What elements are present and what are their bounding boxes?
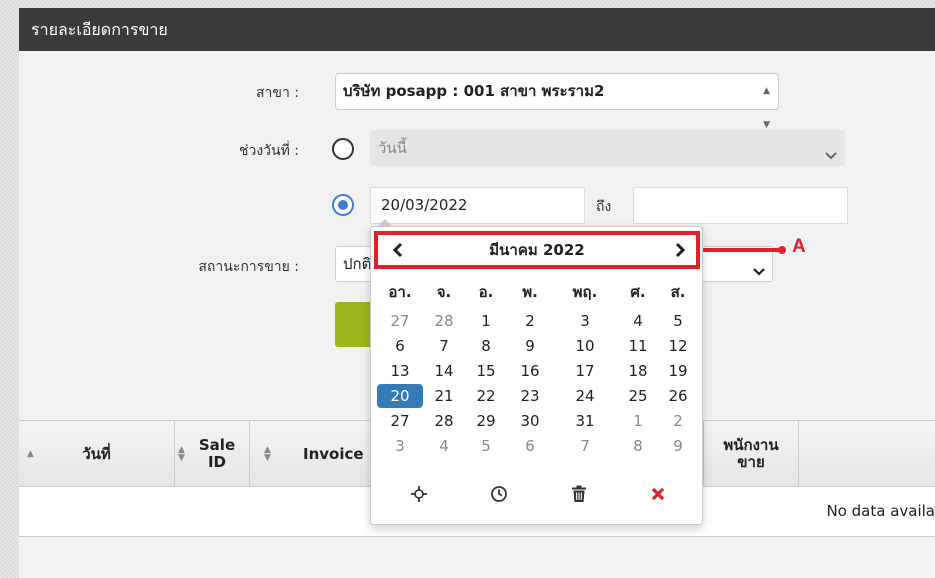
calendar-day[interactable]: 30 xyxy=(510,409,550,433)
calendar-day[interactable]: 8 xyxy=(466,334,506,358)
weekday-header: จ. xyxy=(436,283,452,301)
annotation-pointer-dot xyxy=(778,246,786,254)
sort-icon: ▲ ▼ xyxy=(178,445,185,463)
datepicker-header: มีนาคม 2022 xyxy=(374,231,700,269)
calendar-day[interactable]: 31 xyxy=(565,409,605,433)
weekday-header: พ. xyxy=(522,283,538,301)
calendar-day[interactable]: 11 xyxy=(618,334,658,358)
calendar-day[interactable]: 5 xyxy=(658,309,698,333)
weekday-header: ส. xyxy=(670,283,686,301)
sale-status-label: สถานะการขาย : xyxy=(198,259,299,275)
calendar-day[interactable]: 10 xyxy=(565,334,605,358)
calendar-day[interactable]: 29 xyxy=(466,409,506,433)
calendar-day[interactable]: 9 xyxy=(658,434,698,458)
calendar-day[interactable]: 2 xyxy=(510,309,550,333)
calendar-day[interactable]: 3 xyxy=(380,434,420,458)
sort-asc-icon: ▲ xyxy=(27,448,34,459)
crosshair-icon xyxy=(411,486,427,502)
empty-table-message: No data availa xyxy=(826,502,935,520)
next-month-button[interactable] xyxy=(674,235,686,265)
branch-select[interactable]: บริษัท posapp : 001 สาขา พระราม2 ▲ ▼ xyxy=(335,73,779,130)
branch-label: สาขา : xyxy=(255,85,299,101)
panel-title: รายละเอียดการขาย xyxy=(19,8,935,51)
datepicker-caret xyxy=(378,219,392,226)
sale-status-value: ปกติ xyxy=(343,255,372,273)
chevron-down-icon xyxy=(824,141,838,175)
today-button[interactable] xyxy=(404,479,434,509)
calendar-day[interactable]: 16 xyxy=(510,359,550,383)
clear-date-button[interactable] xyxy=(564,479,594,509)
calendar-day[interactable]: 6 xyxy=(380,334,420,358)
calendar-day[interactable]: 26 xyxy=(658,384,698,408)
calendar-day[interactable]: 1 xyxy=(618,409,658,433)
calendar-day[interactable]: 28 xyxy=(424,309,464,333)
calendar-day[interactable]: 1 xyxy=(466,309,506,333)
prev-month-button[interactable] xyxy=(392,235,404,265)
calendar-day[interactable]: 2 xyxy=(658,409,698,433)
calendar-day[interactable]: 22 xyxy=(466,384,506,408)
custom-range-radio[interactable] xyxy=(332,194,354,216)
calendar-day[interactable]: 8 xyxy=(618,434,658,458)
calendar-day[interactable]: 3 xyxy=(565,309,605,333)
to-label: ถึง xyxy=(596,199,612,215)
calendar-day[interactable]: 23 xyxy=(510,384,550,408)
calendar-day[interactable]: 9 xyxy=(510,334,550,358)
to-date-input[interactable] xyxy=(633,187,848,224)
sort-icon: ▲ ▼ xyxy=(264,445,271,463)
calendar-day[interactable]: 7 xyxy=(565,434,605,458)
clock-icon xyxy=(491,486,507,502)
calendar-day[interactable]: 25 xyxy=(618,384,658,408)
column-date[interactable]: ▲ วันที่ xyxy=(19,421,175,487)
weekday-header: พฤ. xyxy=(572,283,598,301)
chevron-down-icon xyxy=(752,257,766,291)
calendar-day[interactable]: 19 xyxy=(658,359,698,383)
calendar-day[interactable]: 14 xyxy=(424,359,464,383)
calendar-day-selected[interactable]: 20 xyxy=(377,384,423,408)
from-date-input[interactable]: 20/03/2022 xyxy=(370,187,585,224)
preset-range-value: วันนี้ xyxy=(378,139,407,157)
calendar-day[interactable]: 6 xyxy=(510,434,550,458)
calendar-day[interactable]: 12 xyxy=(658,334,698,358)
calendar-day[interactable]: 28 xyxy=(424,409,464,433)
close-datepicker-button[interactable] xyxy=(643,479,673,509)
preset-range-select[interactable]: วันนี้ xyxy=(370,130,845,166)
datepicker-toolbar xyxy=(371,479,704,509)
date-range-label: ช่วงวันที่ : xyxy=(238,143,299,159)
search-button[interactable] xyxy=(335,302,375,347)
trash-icon xyxy=(572,485,586,502)
weekday-header: ศ. xyxy=(630,283,646,301)
time-picker-button[interactable] xyxy=(484,479,514,509)
calendar-day[interactable]: 5 xyxy=(466,434,506,458)
preset-range-radio[interactable] xyxy=(332,138,354,160)
weekday-header: อ. xyxy=(478,283,494,301)
column-salesperson[interactable]: พนักงาน ขาย xyxy=(703,421,799,487)
annotation-label: A xyxy=(792,236,806,257)
chevron-right-icon xyxy=(675,242,686,258)
datepicker-popup: มีนาคม 2022 อา. จ. อ. พ. พฤ. ศ. ส. 27 28 1 2 3 4 5 6 7 8… xyxy=(370,226,703,525)
calendar-day[interactable]: 4 xyxy=(424,434,464,458)
calendar-day[interactable]: 13 xyxy=(380,359,420,383)
calendar-day[interactable]: 7 xyxy=(424,334,464,358)
calendar-day[interactable]: 4 xyxy=(618,309,658,333)
datepicker-month-title[interactable]: มีนาคม 2022 xyxy=(489,238,584,262)
branch-select-value: บริษัท posapp : 001 สาขา พระราม2 xyxy=(343,82,605,100)
calendar-day[interactable]: 15 xyxy=(466,359,506,383)
annotation-pointer-line xyxy=(703,248,783,252)
calendar-day[interactable]: 27 xyxy=(380,309,420,333)
calendar-day[interactable]: 24 xyxy=(565,384,605,408)
chevron-left-icon xyxy=(392,242,403,258)
close-icon xyxy=(651,487,665,501)
calendar-day[interactable]: 17 xyxy=(565,359,605,383)
column-sale-id[interactable]: ▲ ▼ Sale ID xyxy=(175,421,250,487)
calendar-day[interactable]: 18 xyxy=(618,359,658,383)
calendar-day[interactable]: 27 xyxy=(380,409,420,433)
calendar-day[interactable]: 21 xyxy=(424,384,464,408)
weekday-header: อา. xyxy=(388,283,412,301)
